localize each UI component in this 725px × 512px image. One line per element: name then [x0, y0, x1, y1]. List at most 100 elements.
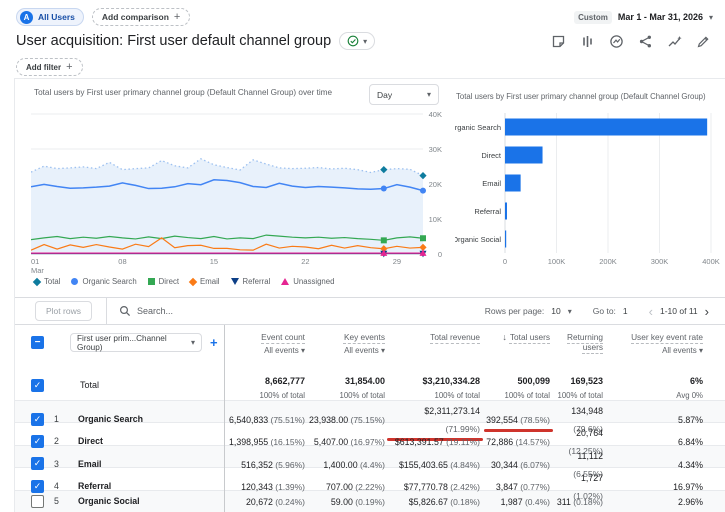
segment-chip-all-users[interactable]: A All Users	[16, 8, 84, 26]
line-chart[interactable]: 010K20K30K40K01Mar08152229	[31, 111, 443, 277]
row-checkbox[interactable]	[31, 379, 44, 392]
row-checkbox[interactable]	[31, 495, 44, 508]
granularity-value: Day	[377, 90, 392, 100]
add-dimension-button[interactable]: +	[210, 335, 218, 350]
insights-icon[interactable]	[667, 34, 682, 49]
add-filter-button[interactable]: Add filter +	[16, 58, 83, 76]
edit-pencil-icon[interactable]	[696, 34, 711, 49]
row-checkbox[interactable]	[31, 457, 44, 470]
series-marker[interactable]	[420, 188, 426, 194]
row-index: 5	[54, 496, 68, 506]
prev-page-icon[interactable]: ‹	[649, 305, 653, 318]
legend-item-organic-search[interactable]: Organic Search	[71, 277, 136, 286]
event-scope-select[interactable]: All events ▾	[607, 346, 703, 355]
row-checkbox[interactable]	[31, 413, 44, 426]
scorecard-icon[interactable]	[609, 34, 624, 49]
table-cell: 72,886 (14.57%)	[484, 432, 554, 450]
bar-organic-social[interactable]	[505, 231, 506, 248]
charts-panel: Total users by First user primary channe…	[15, 79, 725, 297]
x-axis-label: 15	[210, 257, 218, 266]
table-cell: 5.87%	[607, 410, 725, 428]
pagination-controls: Rows per page: 10 ▾ Go to: 1 ‹ 1-10 of 1…	[485, 305, 725, 318]
page-title: User acquisition: First user default cha…	[16, 33, 331, 49]
chevron-down-icon: ▾	[381, 346, 385, 355]
legend-item-total[interactable]: Total	[34, 277, 60, 286]
dimension-cell: 3Email	[15, 457, 224, 470]
col-header-user-key-event-rate[interactable]: User key event rate All events ▾	[607, 325, 725, 355]
legend-item-email[interactable]: Email	[190, 277, 220, 286]
series-marker[interactable]	[420, 235, 426, 241]
event-scope-select[interactable]: All events ▾	[224, 346, 305, 355]
table-total-row: Total8,662,777100% of total31,854.00100%…	[15, 370, 725, 401]
x-axis-label: 0	[503, 257, 507, 266]
x-axis-label: 22	[301, 257, 309, 266]
legend-item-unassigned[interactable]: Unassigned	[281, 277, 334, 286]
legend-label: Direct	[159, 277, 179, 286]
legend-marker	[148, 278, 155, 285]
bar-direct[interactable]	[505, 147, 543, 164]
bar-referral[interactable]	[505, 203, 507, 220]
bar-chart[interactable]: 0100K200K300K400KOrganic SearchDirectEma…	[455, 105, 725, 271]
channel-name: Organic Social	[78, 496, 140, 506]
note-icon[interactable]	[551, 34, 566, 49]
rows-per-page-value[interactable]: 10	[551, 306, 560, 316]
table-cell: 20,672 (0.24%)	[224, 492, 309, 510]
date-mode-badge: Custom	[574, 11, 612, 24]
legend-item-referral[interactable]: Referral	[231, 277, 271, 286]
table-cell: 1,398,955 (16.15%)	[224, 432, 309, 450]
col-header-returning-users[interactable]: Returning users	[554, 325, 607, 352]
x-axis-label: 29	[393, 257, 401, 266]
dimension-selector[interactable]: First user prim...Channel Group) ▾	[70, 333, 202, 352]
bar-category-label: Organic Search	[455, 123, 501, 132]
bar-category-label: Organic Social	[455, 235, 501, 244]
sort-desc-icon: ↓	[502, 332, 507, 342]
bar-organic-search[interactable]	[505, 119, 707, 136]
x-axis-label: 200K	[599, 257, 617, 266]
col-header-key-events[interactable]: Key events All events ▾	[309, 325, 389, 355]
table-search[interactable]	[119, 305, 277, 317]
col-header-event-count[interactable]: Event count All events ▾	[224, 325, 309, 355]
chevron-down-icon: ▾	[699, 346, 703, 355]
y-axis-label: 30K	[429, 145, 442, 154]
table-cell: 516,352 (5.96%)	[224, 455, 309, 473]
data-quality-badge[interactable]: ▾	[339, 32, 375, 50]
row-index: 2	[54, 436, 68, 446]
table-cell: 23,938.00 (75.15%)	[309, 410, 389, 428]
share-icon[interactable]	[638, 34, 653, 49]
plot-rows-button[interactable]: Plot rows	[35, 301, 92, 321]
add-comparison-button[interactable]: Add comparison +	[92, 8, 191, 26]
table-cell: 4.34%	[607, 455, 725, 473]
next-page-icon[interactable]: ›	[705, 305, 709, 318]
select-all-checkbox[interactable]	[31, 336, 44, 349]
legend-item-direct[interactable]: Direct	[148, 277, 179, 286]
row-checkbox[interactable]	[31, 435, 44, 448]
x-axis-label: 400K	[702, 257, 720, 266]
table-controls: Plot rows Rows per page: 10 ▾ Go to: 1 ‹…	[15, 297, 725, 325]
col-header-total-revenue[interactable]: Total revenue	[389, 325, 484, 342]
search-input[interactable]	[137, 306, 277, 316]
y-axis-label: 0	[438, 250, 442, 259]
bar-category-label: Referral	[474, 207, 501, 216]
bar-chart-panel: Total users by First user primary channe…	[455, 79, 725, 297]
row-checkbox[interactable]	[31, 480, 44, 493]
table-row-organic-social[interactable]: 5Organic Social20,672 (0.24%)59.00 (0.19…	[15, 491, 725, 512]
chevron-down-icon[interactable]: ▾	[568, 307, 572, 316]
series-marker[interactable]	[381, 186, 387, 192]
col-header-total-users[interactable]: ↓Total users	[484, 325, 554, 342]
report-actions	[551, 34, 711, 49]
legend-label: Total	[44, 277, 60, 286]
table-row-organic-search[interactable]: 1Organic Search6,540,833 (75.51%)23,938.…	[15, 401, 725, 423]
table-cell: 6%Avg 0%	[607, 371, 725, 400]
bar-email[interactable]	[505, 175, 521, 192]
x-axis-label: 100K	[548, 257, 566, 266]
series-marker[interactable]	[381, 237, 387, 243]
x-axis-label: 01	[31, 257, 39, 266]
legend-marker	[189, 277, 197, 285]
bar-chart-icon[interactable]	[580, 34, 595, 49]
go-to-value[interactable]: 1	[623, 306, 628, 316]
table-cell: 30,344 (6.07%)	[484, 455, 554, 473]
granularity-select[interactable]: Day ▾	[369, 84, 439, 105]
event-scope-select[interactable]: All events ▾	[309, 346, 385, 355]
go-to-label: Go to:	[593, 306, 616, 316]
date-range-picker[interactable]: Custom Mar 1 - Mar 31, 2026 ▾	[574, 11, 713, 24]
